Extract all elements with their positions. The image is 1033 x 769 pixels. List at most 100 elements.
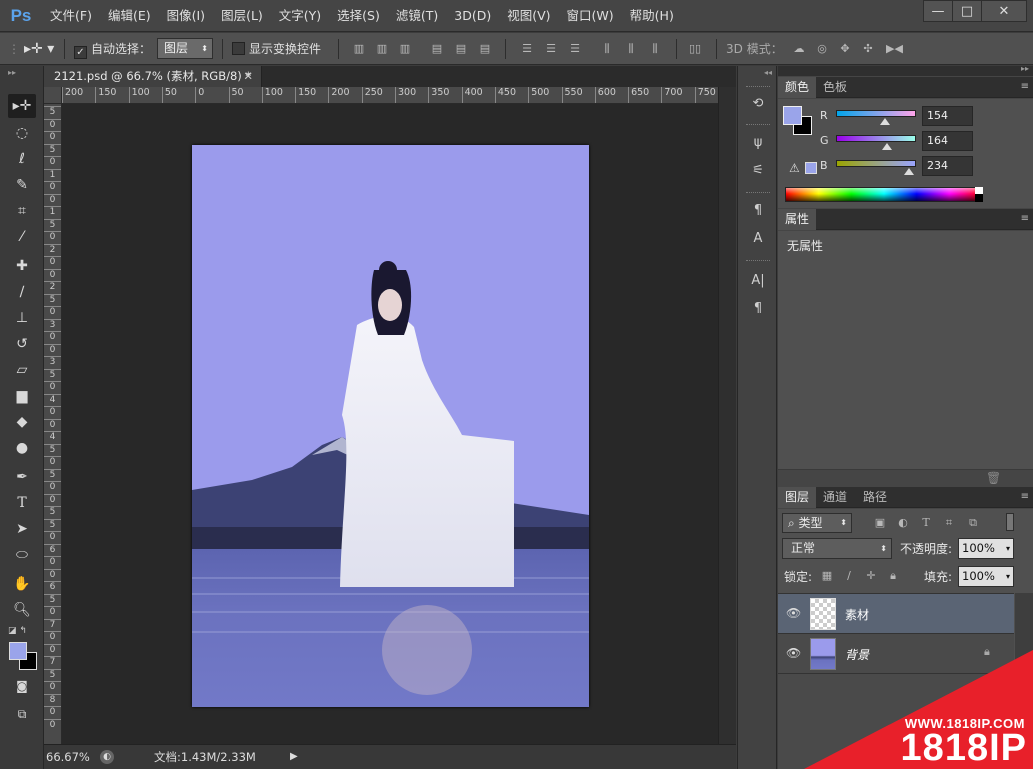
panel-collapse-icon[interactable]: ▸▸ [8, 68, 16, 77]
fill-arrow-icon[interactable]: ▾ [1006, 567, 1010, 586]
ellipse-tool-icon[interactable]: ⬭ [8, 543, 36, 567]
distribute-bottom-icon[interactable]: ☰ [568, 42, 582, 56]
auto-select-checkbox[interactable]: ✓ [74, 46, 87, 59]
character-panel-icon[interactable]: A| [746, 270, 770, 292]
color-panel-menu-icon[interactable]: ≡ [1021, 81, 1029, 92]
paragraph-panel-icon[interactable]: ¶ [746, 298, 770, 320]
default-colors-icon[interactable]: ◪ ↰ [8, 626, 27, 636]
lock-image-icon[interactable]: ∕ [842, 569, 856, 583]
visibility-eye-icon[interactable]: 👁︎ [786, 646, 801, 660]
eraser-tool-icon[interactable]: ▱ [8, 358, 36, 382]
lock-transparent-icon[interactable]: ▦ [820, 569, 834, 583]
channel-g-slider[interactable] [836, 135, 916, 142]
brush-tool-icon[interactable]: ∕ [8, 280, 36, 304]
filter-toggle[interactable] [1006, 513, 1014, 531]
quick-mask-icon[interactable]: ◙ [8, 674, 36, 698]
tab-channels[interactable]: 通道 [816, 487, 854, 508]
show-transform-option[interactable]: 显示变换控件 [232, 33, 321, 65]
menu-image[interactable]: 图像(I) [159, 0, 213, 32]
filter-type-icon[interactable]: T [919, 516, 933, 530]
show-transform-checkbox[interactable] [232, 42, 245, 55]
close-button[interactable]: ✕ [981, 0, 1027, 22]
menu-3d[interactable]: 3D(D) [446, 0, 499, 32]
filter-pixel-icon[interactable]: ▣ [873, 516, 887, 530]
menu-view[interactable]: 视图(V) [499, 0, 558, 32]
document-tab[interactable]: 2121.psd @ 66.7% (素材, RGB/8) * ✕ [44, 66, 262, 87]
maximize-button[interactable]: □ [952, 0, 982, 22]
channel-g-thumb[interactable] [882, 143, 892, 150]
quick-select-tool-icon[interactable]: ✎ [8, 173, 36, 197]
blur-tool-icon[interactable]: ◆ [8, 410, 36, 434]
pen-tool-icon[interactable]: ✒ [8, 465, 36, 489]
menu-layer[interactable]: 图层(L) [213, 0, 271, 32]
panel-foreground-swatch[interactable] [783, 106, 802, 125]
character-style-icon[interactable]: A [746, 228, 770, 250]
paragraph-style-icon[interactable]: ¶ [746, 200, 770, 222]
document-canvas[interactable] [192, 145, 589, 707]
vertical-ruler[interactable]: 5005010015020025030035040045050055060065… [44, 104, 62, 744]
3d-slide-icon[interactable]: ✣ [861, 42, 875, 56]
layer-filter-dropdown[interactable]: ⌕ 类型 ⬍ [782, 513, 852, 533]
spectrum-white-swatch[interactable] [975, 187, 983, 194]
tab-swatches[interactable]: 色板 [816, 77, 854, 98]
menu-type[interactable]: 文字(Y) [271, 0, 329, 32]
tab-layers[interactable]: 图层 [778, 487, 817, 508]
crop-tool-icon[interactable]: ⌗ [8, 199, 36, 223]
distribute-left-icon[interactable]: ⫼ [600, 42, 614, 56]
ruler-origin[interactable] [44, 87, 62, 104]
distribute-top-icon[interactable]: ☰ [520, 42, 534, 56]
clone-stamp-tool-icon[interactable]: ⊥ [8, 306, 36, 330]
screen-mode-icon[interactable]: ⧉ [8, 702, 36, 726]
layer-name[interactable]: 素材 [845, 606, 869, 623]
minimize-button[interactable]: — [923, 0, 953, 22]
auto-select-target-dropdown[interactable]: 图层 ⬍ [157, 38, 213, 59]
menu-filter[interactable]: 滤镜(T) [388, 0, 446, 32]
healing-brush-tool-icon[interactable]: ✚ [8, 254, 36, 278]
tab-paths[interactable]: 路径 [856, 487, 894, 508]
spectrum-black-swatch[interactable] [975, 194, 983, 202]
3d-orbit-icon[interactable]: ☁ [790, 42, 808, 56]
history-panel-icon[interactable]: ⟲ [746, 93, 770, 115]
menu-window[interactable]: 窗口(W) [559, 0, 622, 32]
channel-r-thumb[interactable] [880, 118, 890, 125]
canvas-workspace[interactable] [62, 104, 718, 744]
vertical-scrollbar[interactable] [718, 87, 736, 744]
color-spectrum-bar[interactable] [785, 187, 983, 202]
fill-field[interactable]: 100% ▾ [958, 566, 1014, 587]
distribute-vcenter-icon[interactable]: ☰ [544, 42, 558, 56]
strip-collapse-icon[interactable]: ◂◂ [764, 68, 772, 77]
channel-g-value[interactable]: 164 [922, 131, 973, 151]
tab-color[interactable]: 颜色 [778, 77, 817, 98]
auto-align-icon[interactable]: ▯▯ [688, 42, 702, 56]
align-bottom-icon[interactable]: ▥ [398, 42, 412, 56]
menu-edit[interactable]: 编辑(E) [100, 0, 159, 32]
channel-r-value[interactable]: 154 [922, 106, 973, 126]
align-left-icon[interactable]: ▤ [430, 42, 444, 56]
filter-adjustment-icon[interactable]: ◐ [896, 516, 910, 530]
blend-mode-dropdown[interactable]: 正常 ⬍ [782, 538, 892, 559]
zoom-tool-icon[interactable]: 🔍︎ [8, 598, 36, 622]
layer-row-material[interactable]: 👁︎ 素材 [778, 594, 1014, 634]
eyedropper-tool-icon[interactable]: ⁄ [8, 225, 36, 249]
3d-scale-icon[interactable]: ▶◀ [886, 42, 903, 56]
close-tab-icon[interactable]: ✕ [243, 66, 253, 87]
visibility-eye-icon[interactable]: 👁︎ [786, 606, 801, 620]
lock-all-icon[interactable]: 🔒︎ [886, 569, 900, 583]
dock-collapse-icon[interactable]: ▸▸ [1021, 64, 1029, 73]
status-menu-arrow-icon[interactable]: ▶ [290, 745, 298, 769]
3d-roll-icon[interactable]: ◎ [815, 42, 829, 56]
brush-panel-icon[interactable]: ψ [746, 132, 770, 154]
move-tool-preset-icon[interactable]: ▸✛ ▾ [24, 33, 54, 65]
3d-pan-icon[interactable]: ✥ [838, 42, 852, 56]
trash-icon[interactable]: 🗑︎ [986, 471, 1001, 485]
properties-panel-menu-icon[interactable]: ≡ [1021, 213, 1029, 224]
distribute-hcenter-icon[interactable]: ⫼ [624, 42, 638, 56]
menu-help[interactable]: 帮助(H) [622, 0, 682, 32]
tab-properties[interactable]: 属性 [778, 209, 817, 230]
align-hcenter-icon[interactable]: ▤ [454, 42, 468, 56]
layers-panel-menu-icon[interactable]: ≡ [1021, 491, 1029, 502]
zoom-level[interactable]: 66.67% [46, 745, 90, 769]
channel-b-thumb[interactable] [904, 168, 914, 175]
align-right-icon[interactable]: ▤ [478, 42, 492, 56]
gradient-tool-icon[interactable]: ▆ [8, 384, 36, 408]
